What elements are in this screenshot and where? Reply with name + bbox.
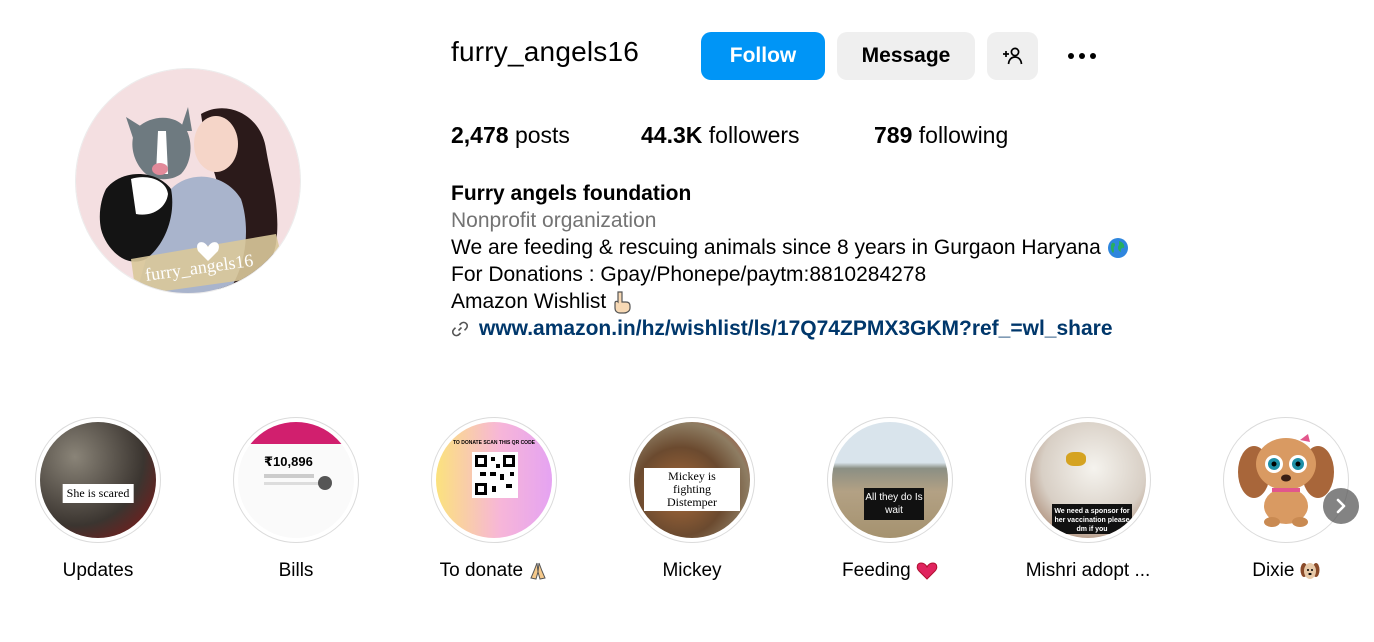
highlight-label[interactable]: Bills <box>226 560 366 582</box>
highlight-cover-banner <box>238 422 354 444</box>
highlight-cover-caption: She is scared <box>62 484 134 503</box>
highlight-ring[interactable]: Mickey is fighting Distemper <box>629 417 755 543</box>
highlight-cover[interactable]: ₹10,896 <box>238 422 354 538</box>
highlight-label[interactable]: Mishri adopt ... <box>1018 560 1158 582</box>
highlight-label[interactable]: Updates <box>28 560 168 582</box>
highlight-cover-caption: TO DONATE SCAN THIS QR CODE <box>452 440 536 446</box>
bio-line-2: For Donations : Gpay/Phonepe/paytm:88102… <box>451 263 927 286</box>
bio-category[interactable]: Nonprofit organization <box>451 207 1129 234</box>
highlight-ring[interactable]: All they do Is wait <box>827 417 953 543</box>
highlight-cover-line <box>264 474 314 478</box>
bio-line-1-text: We are feeding & rescuing animals since … <box>451 236 1101 259</box>
highlight-bills[interactable]: ₹10,896 Bills <box>226 417 366 582</box>
bio-line-1: We are feeding & rescuing animals since … <box>451 234 1129 261</box>
suggested-accounts-button[interactable] <box>987 32 1038 80</box>
following-count[interactable]: 789 <box>874 122 912 148</box>
dixie-cartoon-dog-image <box>1238 434 1334 527</box>
link-icon <box>451 321 469 336</box>
highlight-mishri-adopt[interactable]: We need a sponsor for her vaccination pl… <box>1018 417 1158 582</box>
more-options-icon <box>1068 53 1074 59</box>
highlight-updates[interactable]: She is scared Updates <box>28 417 168 582</box>
highlight-mickey[interactable]: Mickey is fighting Distemper Mickey <box>622 417 762 582</box>
more-options-dot <box>1090 53 1096 59</box>
highlight-ring[interactable] <box>1223 417 1349 543</box>
highlight-ring[interactable]: ₹10,896 <box>233 417 359 543</box>
highlight-label-text[interactable]: Feeding <box>842 560 911 581</box>
highlight-cover[interactable]: All they do Is wait <box>832 422 948 538</box>
highlight-feeding[interactable]: All they do Is wait Feeding <box>820 417 960 582</box>
followers-label[interactable]: followers <box>709 122 800 148</box>
highlight-cover[interactable]: TO DONATE SCAN THIS QR CODE <box>436 422 552 538</box>
highlight-cover-caption: ₹10,896 <box>264 454 313 469</box>
person-add-icon <box>1002 47 1022 65</box>
highlight-ring[interactable]: We need a sponsor for her vaccination pl… <box>1025 417 1151 543</box>
highlight-label[interactable]: Feeding <box>820 560 960 582</box>
following-stat[interactable]: 789 following <box>874 122 1008 149</box>
heart-icon <box>916 562 938 580</box>
following-label[interactable]: following <box>919 122 1009 148</box>
profile-username: furry_angels16 <box>451 36 640 67</box>
highlight-cover[interactable]: We need a sponsor for her vaccination pl… <box>1030 422 1146 538</box>
highlight-cover-caption: Mickey is fighting Distemper <box>644 468 740 511</box>
highlight-label[interactable]: To donate <box>424 560 564 582</box>
followers-count[interactable]: 44.3K <box>641 122 702 148</box>
follow-button[interactable]: Follow <box>701 32 825 80</box>
more-options-dot <box>1079 53 1085 59</box>
highlight-ring[interactable]: TO DONATE SCAN THIS QR CODE <box>431 417 557 543</box>
posts-count: 2,478 <box>451 122 509 148</box>
highlight-cover[interactable]: She is scared <box>40 422 156 538</box>
bio-name: Furry angels foundation <box>451 182 692 205</box>
highlight-cover-line <box>264 482 324 485</box>
highlight-ring[interactable]: She is scared <box>35 417 161 543</box>
highlight-cover-dot <box>318 476 332 490</box>
posts-stat: 2,478 posts <box>451 122 570 149</box>
message-button[interactable]: Message <box>837 32 975 80</box>
highlight-cover[interactable] <box>1228 422 1344 538</box>
profile-bio: Furry angels foundation Nonprofit organi… <box>451 180 1129 342</box>
highlight-to-donate[interactable]: TO DONATE SCAN THIS QR CODE To donate <box>424 417 564 582</box>
highlight-label[interactable]: Dixie <box>1216 560 1356 582</box>
highlight-cover-detail <box>1066 452 1086 466</box>
profile-avatar[interactable]: furry_angels16 <box>75 68 301 294</box>
followers-stat[interactable]: 44.3K followers <box>641 122 800 149</box>
bio-line-3-text: Amazon Wishlist <box>451 290 607 313</box>
bio-link-text[interactable]: www.amazon.in/hz/wishlist/ls/17Q74ZPMX3G… <box>479 315 1113 342</box>
more-options-button[interactable] <box>1062 44 1102 68</box>
dog-face-icon <box>1300 562 1320 579</box>
highlight-cover-caption: All they do Is wait <box>864 488 924 520</box>
highlight-label[interactable]: Mickey <box>622 560 762 582</box>
bio-line-3: Amazon Wishlist <box>451 288 1129 315</box>
highlight-label-text[interactable]: To donate <box>440 560 523 581</box>
highlights-next-button[interactable] <box>1323 488 1359 524</box>
bio-external-link[interactable]: www.amazon.in/hz/wishlist/ls/17Q74ZPMX3G… <box>451 315 1129 342</box>
highlight-cover[interactable]: Mickey is fighting Distemper <box>634 422 750 538</box>
pointing-down-hand-icon <box>614 291 631 315</box>
posts-label: posts <box>514 122 570 148</box>
folded-hands-icon <box>530 562 547 580</box>
highlight-cover-caption: We need a sponsor for her vaccination pl… <box>1052 504 1132 534</box>
qr-code-icon <box>472 452 518 498</box>
chevron-right-icon <box>1336 498 1346 514</box>
globe-icon <box>1107 238 1128 259</box>
highlight-label-text[interactable]: Dixie <box>1252 560 1294 581</box>
